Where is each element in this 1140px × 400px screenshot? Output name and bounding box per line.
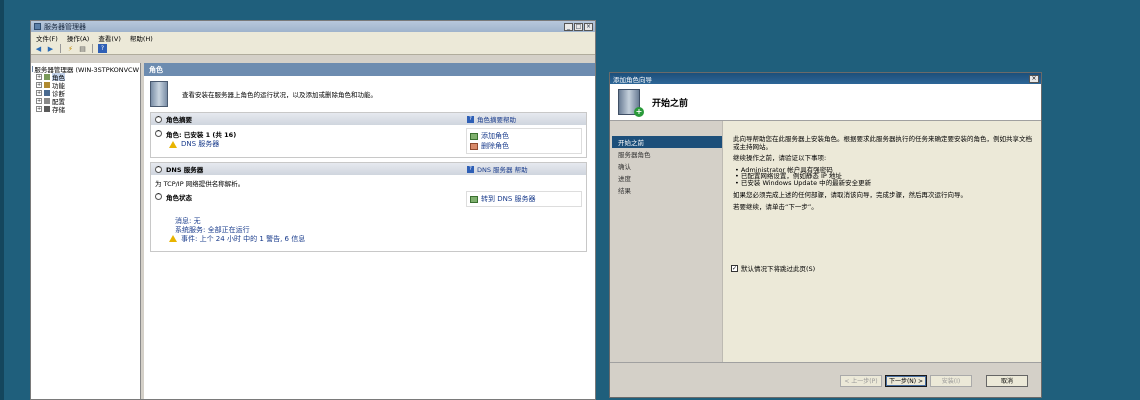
- checklist-item: • 已安装 Windows Update 中的最新安全更新: [735, 178, 872, 187]
- roles-summary-header: ⌃ 角色摘要 ? 角色摘要帮助: [151, 113, 586, 125]
- properties-icon[interactable]: ▤: [78, 44, 87, 53]
- close-button[interactable]: ×: [584, 22, 593, 31]
- server-manager-app-icon: [34, 23, 41, 30]
- events-link[interactable]: 事件: 上个 24 小时 中的 1 警告, 6 信息: [151, 234, 586, 243]
- checkbox-checked-icon[interactable]: ✓: [731, 264, 738, 272]
- warning-icon: [169, 235, 177, 242]
- cancel-button[interactable]: 取消: [986, 374, 1028, 387]
- intro-text: 查看安装在服务器上角色的运行状况，以及添加或删除角色和功能。: [182, 91, 377, 99]
- roles-content-pane: 角色 查看安装在服务器上角色的运行状况，以及添加或删除角色和功能。 ⌃ 角色摘要…: [144, 63, 595, 399]
- warning-icon: [169, 140, 177, 148]
- toolbar-separator: [60, 44, 61, 53]
- help-icon: ?: [467, 165, 474, 173]
- expand-icon[interactable]: +: [36, 82, 42, 88]
- previous-button[interactable]: < 上一步(P): [840, 374, 882, 387]
- remove-roles-link[interactable]: 删除角色: [470, 141, 578, 151]
- wizard-intro-text: 此向导帮助您在此服务器上安装角色。根据要求此服务器执行的任务来确定要安装的角色，…: [733, 135, 1032, 151]
- remove-roles-icon: [470, 142, 478, 150]
- expand-icon[interactable]: +: [36, 90, 42, 96]
- step-server-roles[interactable]: 服务器角色: [610, 148, 722, 160]
- wizard-title: 添加角色向导: [613, 75, 652, 84]
- installed-roles-header: ⌃ 角色: 已安装 1 (共 16): [155, 130, 237, 139]
- add-roles-icon: [470, 132, 478, 140]
- menu-action[interactable]: 操作(A): [67, 33, 90, 43]
- next-button[interactable]: 下一步(N) >: [885, 374, 927, 387]
- wizard-continue-hint: 若要继续，请单击“下一步”。: [733, 202, 818, 211]
- tree-item-diagnostics[interactable]: + 诊断: [32, 89, 139, 97]
- menu-file[interactable]: 文件(F): [36, 33, 58, 43]
- tree-item-configuration[interactable]: + 配置: [32, 97, 139, 105]
- toolbar: ◀ ▶ ⚡ ▤ ?: [31, 43, 595, 55]
- features-icon: [44, 82, 50, 88]
- forward-arrow-icon[interactable]: ▶: [46, 44, 55, 53]
- collapse-icon[interactable]: ⌃: [155, 115, 162, 123]
- goto-dns-server-link[interactable]: 转到 DNS 服务器: [470, 194, 578, 204]
- help-icon: ?: [467, 115, 474, 123]
- navigation-tree: 服务器管理器 (WIN-3STPKONVCW + 角色 + 功能 + 诊断 + …: [31, 63, 141, 399]
- wizard-titlebar[interactable]: 添加角色向导 ×: [610, 73, 1041, 84]
- dns-server-section: ⌃ DNS 服务器 ? DNS 服务器 帮助 为 TCP/IP 网络提供名称解析…: [150, 162, 587, 252]
- plus-icon: +: [634, 107, 644, 117]
- step-before-you-begin[interactable]: 开始之前: [612, 136, 722, 148]
- toolbar-separator: [92, 44, 93, 53]
- skip-page-checkbox[interactable]: ✓ 默认情况下将跳过此页(S): [731, 263, 815, 273]
- wizard-footer: < 上一步(P) 下一步(N) > 安装(I) 取消: [610, 362, 1041, 398]
- goto-icon: [470, 195, 478, 203]
- add-roles-wizard: 添加角色向导 × + 开始之前 开始之前 服务器角色 确认 进度 结果 此向导帮…: [609, 72, 1042, 398]
- dns-server-title: DNS 服务器: [166, 166, 204, 174]
- collapse-icon[interactable]: ⌃: [155, 165, 162, 173]
- expand-icon[interactable]: +: [36, 106, 42, 112]
- dns-server-help-link[interactable]: ? DNS 服务器 帮助: [467, 164, 582, 174]
- intro-panel: 查看安装在服务器上角色的运行状况，以及添加或删除角色和功能。: [144, 76, 595, 112]
- wizard-cancel-hint: 如果您必须完成上述的任何部骤，请取消该向导，完成步骤，然后再次运行向导。: [733, 191, 967, 199]
- role-status-header: ⌃ 角色状态: [155, 193, 192, 202]
- add-roles-link[interactable]: 添加角色: [470, 131, 578, 141]
- server-roles-graphic: [150, 81, 168, 107]
- expand-icon[interactable]: +: [36, 74, 42, 80]
- tree-item-roles[interactable]: + 角色: [32, 73, 139, 81]
- wizard-content: 此向导帮助您在此服务器上安装角色。根据要求此服务器执行的任务来确定要安装的角色，…: [723, 121, 1041, 362]
- step-results: 结果: [618, 187, 631, 195]
- roles-summary-section: ⌃ 角色摘要 ? 角色摘要帮助 ⌃ 角色: 已安装 1 (共 16) DNS 服…: [150, 112, 587, 158]
- roles-actions: 添加角色 删除角色: [466, 128, 582, 154]
- storage-icon: [44, 106, 50, 112]
- tree-item-server-manager[interactable]: 服务器管理器 (WIN-3STPKONVCW: [32, 65, 139, 73]
- window-title: 服务器管理器: [44, 22, 86, 31]
- collapse-icon[interactable]: ⌃: [155, 130, 162, 137]
- roles-icon: [44, 74, 50, 80]
- dns-actions: 转到 DNS 服务器: [466, 191, 582, 207]
- back-arrow-icon[interactable]: ◀: [34, 44, 43, 53]
- tree-item-features[interactable]: + 功能: [32, 81, 139, 89]
- wizard-header: + 开始之前: [610, 84, 1041, 121]
- maximize-button[interactable]: □: [574, 22, 583, 31]
- page-title: 角色: [144, 63, 595, 76]
- wizard-close-button[interactable]: ×: [1029, 74, 1039, 83]
- menu-view[interactable]: 查看(V): [98, 33, 121, 43]
- roles-summary-help-link[interactable]: ? 角色摘要帮助: [467, 114, 582, 124]
- help-icon[interactable]: ?: [98, 44, 107, 53]
- install-button[interactable]: 安装(I): [930, 374, 972, 387]
- server-manager-window: 服务器管理器 _ □ × 文件(F) 操作(A) 查看(V) 帮助(H) ◀ ▶…: [30, 20, 596, 400]
- roles-summary-title: 角色摘要: [166, 116, 192, 124]
- collapse-icon[interactable]: ⌃: [155, 193, 162, 200]
- wizard-steps: 开始之前 服务器角色 确认 进度 结果: [610, 121, 723, 362]
- menu-bar: 文件(F) 操作(A) 查看(V) 帮助(H): [31, 32, 595, 43]
- step-confirmation: 确认: [618, 163, 631, 171]
- refresh-icon[interactable]: ⚡: [66, 44, 75, 53]
- step-progress: 进度: [618, 175, 631, 183]
- dns-server-header: ⌃ DNS 服务器 ? DNS 服务器 帮助: [151, 163, 586, 175]
- wizard-page-title: 开始之前: [652, 98, 689, 109]
- expand-icon[interactable]: +: [36, 98, 42, 104]
- dns-role-link[interactable]: DNS 服务器: [155, 139, 466, 149]
- diagnostics-icon: [44, 90, 50, 96]
- minimize-button[interactable]: _: [564, 22, 573, 31]
- server-manager-titlebar[interactable]: 服务器管理器 _ □ ×: [31, 21, 595, 32]
- desktop-edge: [0, 0, 4, 400]
- tree-item-storage[interactable]: + 存储: [32, 105, 139, 113]
- menu-help[interactable]: 帮助(H): [130, 33, 153, 43]
- dns-description: 为 TCP/IP 网络提供名称解析。: [155, 180, 245, 188]
- configuration-icon: [44, 98, 50, 104]
- wizard-verify-text: 继续操作之前，请验证以下事项:: [733, 154, 827, 162]
- add-roles-graphic: +: [618, 89, 644, 117]
